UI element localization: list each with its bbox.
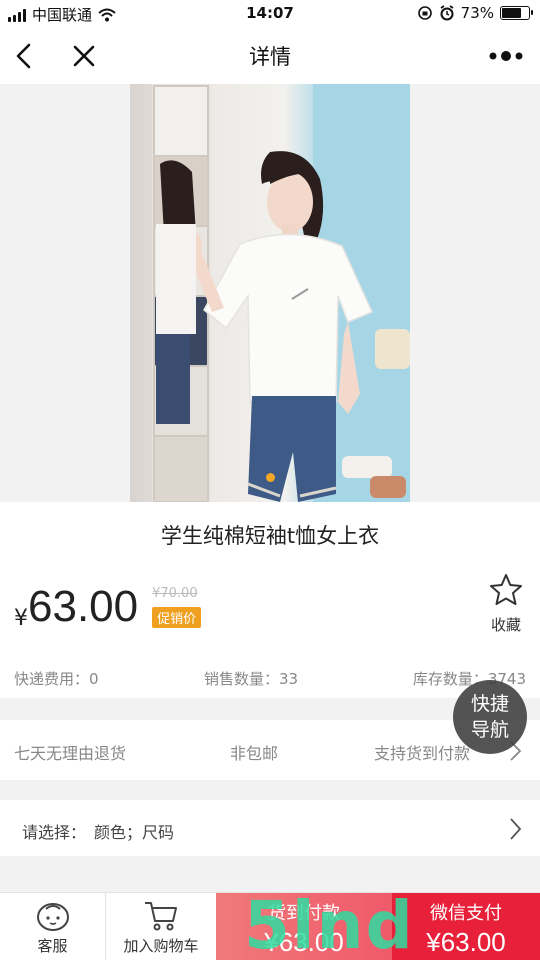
- wechat-pay-label: 微信支付: [430, 903, 502, 924]
- sku-selector[interactable]: 请选择： 颜色；尺码: [0, 800, 540, 856]
- original-price: ¥70.00: [152, 586, 198, 601]
- orientation-lock-icon: [417, 6, 432, 20]
- carousel-indicator: [266, 473, 275, 482]
- more-icon[interactable]: [486, 40, 526, 72]
- alarm-icon: [440, 5, 454, 21]
- cod-price: ¥63.00: [264, 927, 344, 957]
- wechat-pay-price: ¥63.00: [426, 927, 506, 957]
- promo-badge: 促销价: [152, 607, 202, 628]
- cash-on-delivery-button[interactable]: 货到付款 ¥63.00: [216, 893, 392, 960]
- price-meta: ¥70.00 促销价: [152, 586, 202, 628]
- customer-service-label: 客服: [37, 937, 68, 955]
- cart-icon: [145, 902, 177, 931]
- status-bar: 中国联通 14:07 73%: [0, 0, 540, 28]
- return-policy: 七天无理由退货: [14, 744, 127, 763]
- customer-service-icon: [36, 903, 69, 931]
- product-info: 学生纯棉短袖t恤女上衣 ¥ 63.00 ¥70.00 促销价 收藏 快递费用：0…: [0, 502, 540, 698]
- close-icon[interactable]: [68, 40, 100, 72]
- battery-icon: [500, 6, 533, 20]
- sales-count: 销售数量：33: [204, 670, 299, 688]
- shipping-fee: 快递费用：0: [14, 670, 99, 688]
- battery-level: [502, 8, 521, 18]
- product-gallery[interactable]: [0, 84, 540, 502]
- shipping-type: 非包邮: [230, 744, 279, 763]
- back-icon[interactable]: [10, 40, 42, 72]
- product-title: 学生纯棉短袖t恤女上衣: [160, 524, 380, 548]
- star-icon: [490, 574, 522, 605]
- option-label: 请选择：: [22, 823, 87, 842]
- cod-support: 支持货到付款: [374, 744, 471, 763]
- price-currency: ¥: [14, 606, 28, 631]
- favorite-label: 收藏: [490, 616, 521, 634]
- nav-bar: 详情: [0, 28, 540, 84]
- battery-percent: 73%: [460, 4, 494, 22]
- quick-nav-line2: 导航: [470, 719, 509, 741]
- quick-nav-line1: 快捷: [470, 693, 509, 715]
- wechat-pay-button[interactable]: 微信支付 ¥63.00: [392, 893, 540, 960]
- favorite-button[interactable]: 收藏: [486, 572, 526, 635]
- cod-label: 货到付款: [268, 903, 340, 924]
- price-row: ¥ 63.00 ¥70.00 促销价: [14, 582, 202, 632]
- product-photo-illustration: [152, 84, 410, 502]
- bottom-action-bar: 客服 加入购物车 货到付款 ¥63.00 微信支付 ¥63.00: [0, 892, 540, 960]
- quick-nav-button[interactable]: 快捷 导航: [453, 680, 527, 754]
- chevron-right-icon: [510, 818, 522, 840]
- current-price: 63.00: [28, 582, 139, 631]
- add-to-cart-label: 加入购物车: [123, 937, 199, 955]
- product-photo[interactable]: [130, 84, 410, 502]
- option-value: 颜色；尺码: [94, 823, 175, 842]
- add-to-cart-button[interactable]: 加入购物车: [106, 893, 216, 960]
- customer-service-button[interactable]: 客服: [0, 893, 106, 960]
- status-right: 73%: [417, 4, 533, 22]
